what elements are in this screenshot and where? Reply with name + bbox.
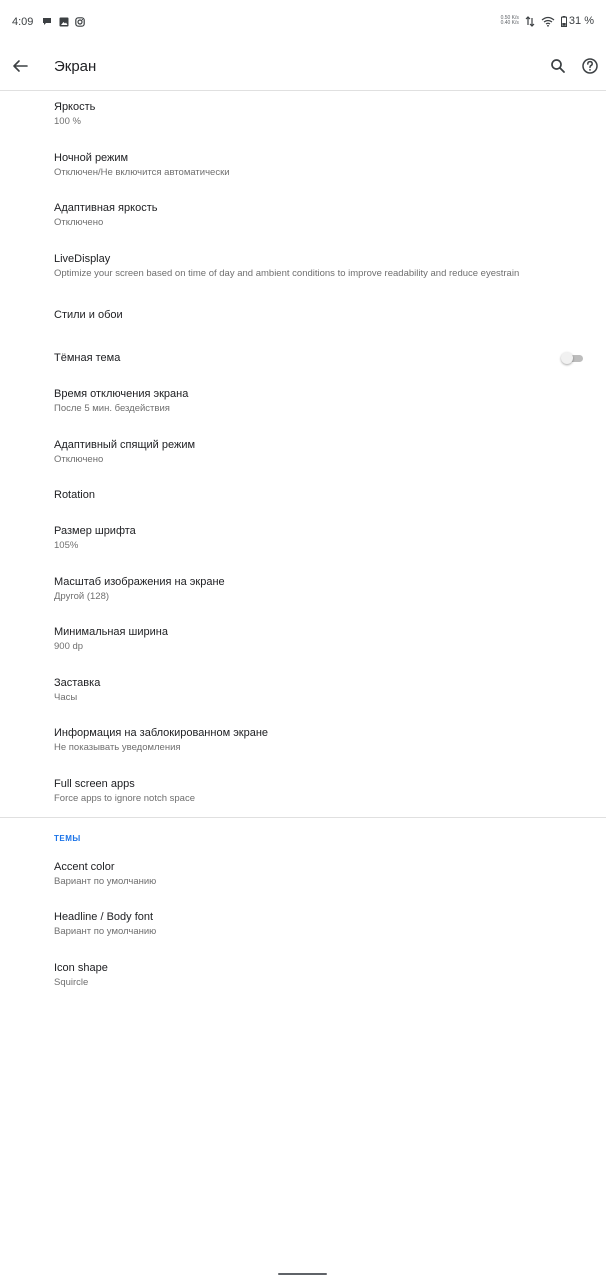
setting-night-mode[interactable]: Ночной режим Отключен/Не включится автом… (0, 142, 606, 190)
setting-summary: 100 % (54, 116, 81, 127)
setting-title: Время отключения экрана (54, 388, 189, 400)
setting-fullscreen-apps[interactable]: Full screen apps Force apps to ignore no… (0, 769, 606, 815)
setting-display-size[interactable]: Масштаб изображения на экране Другой (12… (0, 567, 606, 615)
help-icon[interactable] (578, 54, 602, 78)
setting-title: LiveDisplay (54, 253, 111, 265)
setting-adaptive-brightness[interactable]: Адаптивная яркость Отключено (0, 193, 606, 241)
setting-summary: Optimize your screen based on time of da… (54, 268, 520, 279)
app-bar: Экран (0, 44, 606, 91)
setting-summary: Вариант по умолчанию (54, 926, 157, 937)
battery-status: 31 % (560, 15, 594, 27)
setting-font-size[interactable]: Размер шрифта 105% (0, 516, 606, 564)
setting-title: Accent color (54, 861, 115, 873)
net-speed-down: 0.40 K/s (500, 20, 519, 26)
battery-percent: 31 % (568, 15, 594, 27)
setting-title: Адаптивная яркость (54, 202, 158, 214)
setting-title: Headline / Body font (54, 911, 154, 923)
setting-lock-screen[interactable]: Информация на заблокированном экране Не … (0, 718, 606, 766)
setting-title: Тёмная тема (54, 352, 121, 364)
instagram-icon (75, 17, 85, 27)
setting-title: Размер шрифта (54, 525, 136, 537)
setting-title: Заставка (54, 677, 101, 689)
search-icon[interactable] (546, 54, 570, 78)
chat-notification-icon (43, 18, 51, 25)
setting-summary: Squircle (54, 977, 89, 988)
status-right: 0.50 K/s 0.40 K/s 31 % (501, 15, 594, 27)
setting-dark-theme[interactable]: Тёмная тема (0, 340, 606, 380)
setting-summary: 900 dp (54, 641, 84, 652)
setting-summary: Вариант по умолчанию (54, 876, 157, 887)
setting-min-width[interactable]: Минимальная ширина 900 dp (0, 617, 606, 665)
setting-styles-wallpapers[interactable]: Стили и обои (0, 296, 606, 336)
setting-brightness[interactable]: Яркость 100 % (0, 92, 606, 140)
setting-adaptive-sleep[interactable]: Адаптивный спящий режим Отключено (0, 430, 606, 478)
setting-title: Минимальная ширина (54, 626, 168, 638)
status-bar: 4:09 0.50 K/s 0.40 K/s 31 % (0, 0, 606, 44)
data-transfer-icon (525, 15, 535, 27)
setting-font[interactable]: Headline / Body font Вариант по умолчани… (0, 902, 606, 950)
setting-title: Ночной режим (54, 152, 129, 164)
page-title: Экран (54, 58, 97, 75)
wifi-icon (541, 16, 555, 27)
dark-theme-toggle[interactable] (561, 352, 583, 364)
setting-title: Адаптивный спящий режим (54, 439, 196, 451)
setting-summary: Отключено (54, 217, 104, 228)
setting-summary: Другой (128) (54, 591, 110, 602)
setting-title: Full screen apps (54, 778, 135, 790)
image-notification-icon (59, 17, 69, 27)
setting-title: Rotation (54, 489, 95, 501)
setting-summary: Отключено (54, 454, 104, 465)
setting-title: Масштаб изображения на экране (54, 576, 225, 588)
setting-title: Стили и обои (54, 309, 123, 321)
setting-screensaver[interactable]: Заставка Часы (0, 668, 606, 716)
setting-summary: Отключен/Не включится автоматически (54, 167, 230, 178)
setting-title: Информация на заблокированном экране (54, 727, 269, 739)
setting-rotation[interactable]: Rotation (0, 478, 606, 516)
setting-screen-timeout[interactable]: Время отключения экрана После 5 мин. без… (0, 379, 606, 427)
themes-section-header: ТЕМЫ (54, 834, 81, 843)
setting-title: Icon shape (54, 962, 108, 974)
section-divider (0, 817, 606, 818)
setting-summary: Не показывать уведомления (54, 742, 181, 753)
setting-summary: Часы (54, 692, 78, 703)
gesture-nav-handle[interactable] (278, 1273, 327, 1275)
setting-live-display[interactable]: LiveDisplay Optimize your screen based o… (0, 243, 606, 293)
setting-summary: Force apps to ignore notch space (54, 793, 196, 804)
toggle-thumb (561, 352, 573, 364)
setting-summary: После 5 мин. бездействия (54, 403, 170, 414)
setting-summary: 105% (54, 540, 79, 551)
arrow-back-icon[interactable] (8, 54, 32, 78)
battery-icon (560, 15, 567, 27)
network-speed: 0.50 K/s 0.40 K/s (501, 16, 519, 26)
setting-icon-shape[interactable]: Icon shape Squircle (0, 953, 606, 1001)
status-time: 4:09 (12, 16, 34, 28)
setting-accent-color[interactable]: Accent color Вариант по умолчанию (0, 852, 606, 900)
setting-title: Яркость (54, 101, 96, 113)
